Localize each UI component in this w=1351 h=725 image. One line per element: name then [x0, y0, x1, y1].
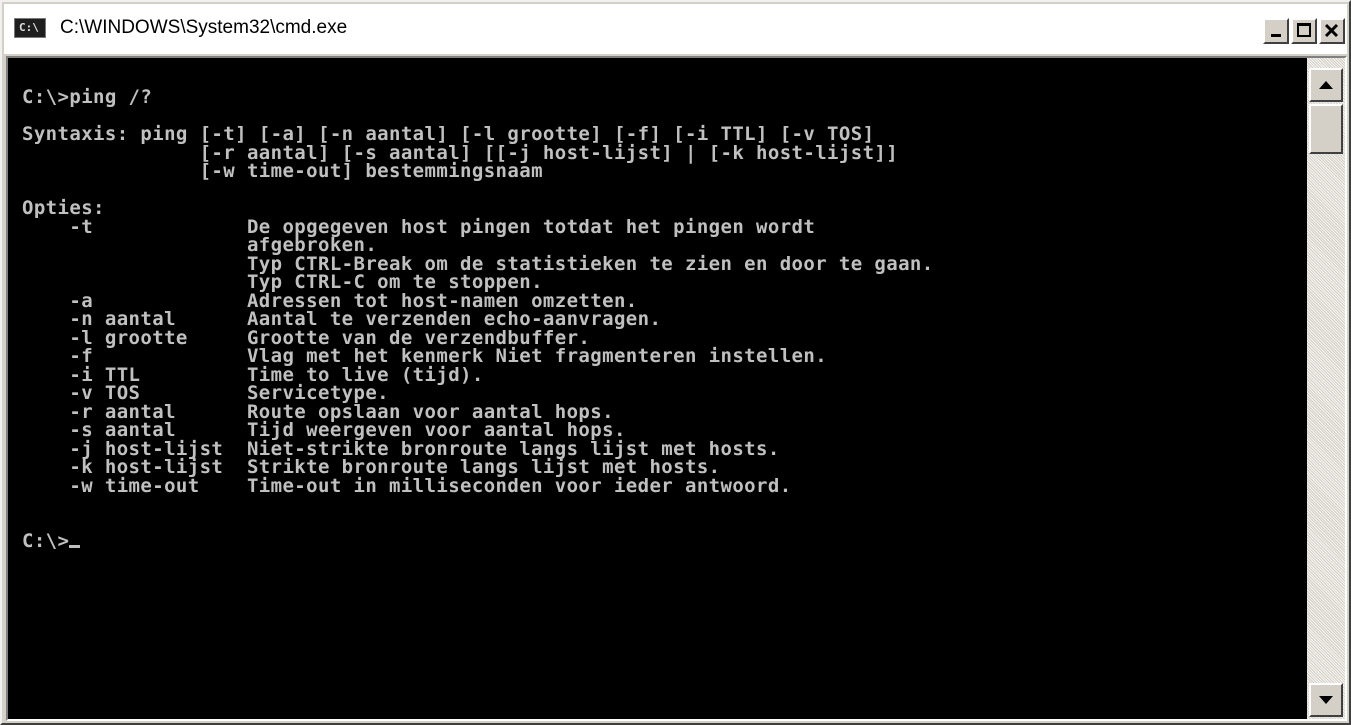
console-line: Syntaxis: ping [-t] [-a] [-n aantal] [-l… — [22, 123, 875, 145]
cmd-icon[interactable]: C:\ — [14, 18, 46, 38]
console-line: -n aantal Aantal te verzenden echo-aanvr… — [22, 308, 662, 330]
console-line: [-w time-out] bestemmingsnaam — [22, 160, 543, 182]
console-line: afgebroken. — [22, 234, 378, 256]
scroll-down-button[interactable] — [1309, 683, 1343, 717]
console-line: C:\>ping /? — [22, 86, 153, 108]
console-output[interactable]: C:\>ping /? Syntaxis: ping [-t] [-a] [-n … — [8, 58, 1307, 719]
console-line: -v TOS Servicetype. — [22, 382, 390, 404]
console-line: -w time-out Time-out in milliseconden vo… — [22, 474, 792, 497]
maximize-button[interactable] — [1291, 18, 1317, 44]
console-line: Typ CTRL-C om te stoppen. — [22, 271, 543, 293]
minimize-button[interactable] — [1263, 18, 1289, 44]
console-frame: C:\>ping /? Syntaxis: ping [-t] [-a] [-n … — [6, 56, 1347, 721]
title-bar[interactable]: C:\ C:\WINDOWS\System32\cmd.exe — [4, 4, 1347, 54]
cmd-window: C:\ C:\WINDOWS\System32\cmd.exe C:\>ping… — [0, 0, 1351, 725]
maximize-icon — [1297, 23, 1311, 37]
console-line: -s aantal Tijd weergeven voor aantal hop… — [22, 419, 626, 441]
window-controls — [1263, 18, 1345, 44]
minimize-icon — [1271, 34, 1281, 37]
console-text: C:\>ping /? Syntaxis: ping [-t] [-a] [-n … — [22, 88, 934, 551]
console-line: -k host-lijst Strikte bronroute langs li… — [22, 456, 721, 478]
console-line: Opties: — [22, 197, 105, 219]
scroll-up-button[interactable] — [1309, 68, 1343, 102]
cmd-icon-label: C:\ — [19, 21, 39, 34]
scrollbar-thumb[interactable] — [1309, 104, 1343, 154]
close-icon — [1324, 23, 1339, 38]
close-button[interactable] — [1319, 18, 1345, 44]
prompt-line[interactable]: C:\> — [22, 532, 934, 551]
window-title: C:\WINDOWS\System32\cmd.exe — [60, 17, 348, 38]
console-line: -f Vlag met het kenmerk Niet fragmentere… — [22, 345, 828, 367]
arrow-up-icon — [1319, 81, 1333, 89]
prompt-text: C:\> — [22, 530, 70, 552]
vertical-scrollbar[interactable] — [1307, 58, 1345, 719]
arrow-down-icon — [1319, 696, 1333, 704]
text-cursor — [69, 545, 81, 548]
